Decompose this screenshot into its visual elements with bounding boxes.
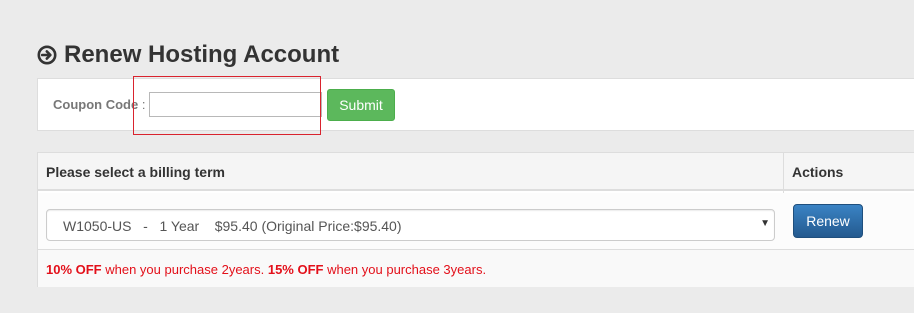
chevron-down-icon: ▼ (760, 218, 770, 229)
table-row: W1050-US - 1 Year $95.40 (Original Price… (38, 193, 914, 249)
billing-term-selected-value: W1050-US - 1 Year $95.40 (Original Price… (63, 218, 402, 234)
coupon-code-label: Coupon Code : (53, 97, 146, 112)
renew-button[interactable]: Renew (793, 204, 863, 238)
coupon-panel: Coupon Code : (37, 78, 914, 131)
circle-arrow-right-icon (37, 45, 57, 65)
page-title-text: Renew Hosting Account (64, 41, 340, 68)
actions-header: Actions (792, 164, 844, 180)
billing-term-header: Please select a billing term (46, 164, 225, 180)
billing-term-select[interactable]: W1050-US - 1 Year $95.40 (Original Price… (46, 209, 775, 241)
page-title: Renew Hosting Account (37, 40, 339, 70)
discount-row: 10% OFF when you purchase 2years. 15% OF… (38, 249, 914, 287)
billing-table: Please select a billing term Actions W10… (37, 152, 914, 287)
submit-button[interactable]: Submit (327, 89, 395, 121)
coupon-code-input[interactable] (149, 92, 322, 117)
discount-notice: 10% OFF when you purchase 2years. 15% OF… (46, 262, 487, 277)
